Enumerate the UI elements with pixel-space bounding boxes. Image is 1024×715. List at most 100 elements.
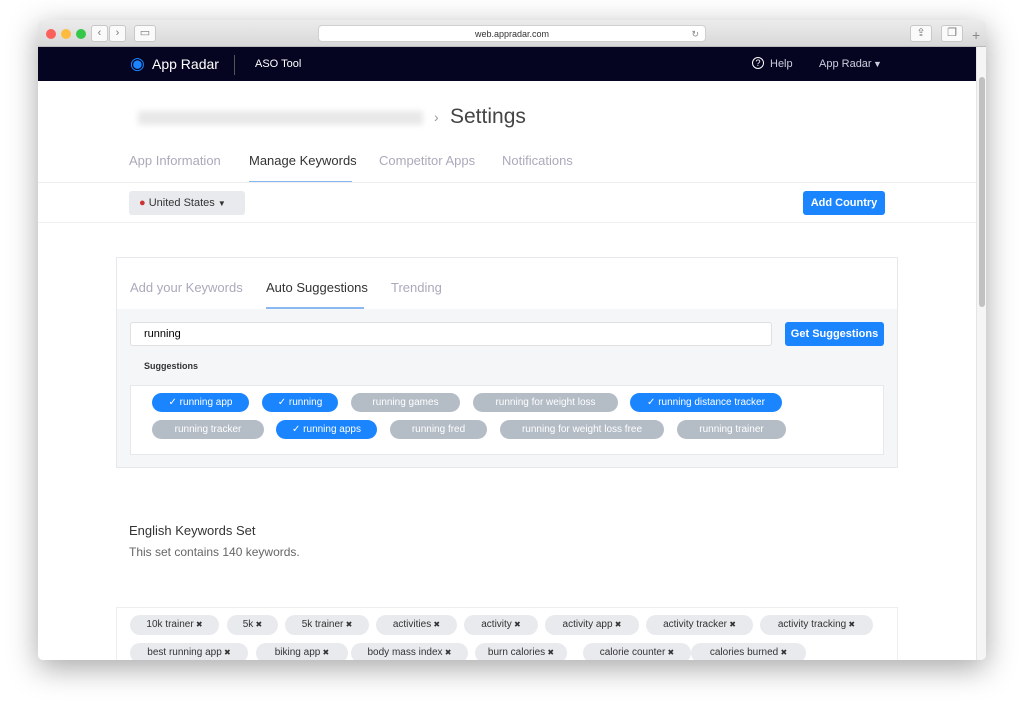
- country-selected: United States: [148, 197, 215, 209]
- page-title: Settings: [450, 105, 526, 128]
- keyword-label: biking app: [274, 647, 321, 658]
- suggestion-label: running tracker: [174, 424, 242, 435]
- keyword-label: 5k: [242, 619, 254, 630]
- suggestion-chip[interactable]: running games: [351, 393, 460, 412]
- subtab-auto-suggestions[interactable]: Auto Suggestions: [266, 280, 368, 295]
- forward-button[interactable]: ›: [109, 25, 126, 42]
- remove-keyword-icon[interactable]: ✖: [727, 620, 736, 629]
- suggestion-label: running: [288, 397, 323, 408]
- divider: [234, 55, 235, 75]
- remove-keyword-icon[interactable]: ✖: [343, 620, 353, 629]
- tab-competitor-apps[interactable]: Competitor Apps: [379, 153, 475, 168]
- check-icon: ✓: [647, 397, 659, 408]
- tabs-icon[interactable]: ❐: [941, 25, 963, 42]
- chevron-down-icon: ▼: [217, 199, 226, 208]
- remove-keyword-icon[interactable]: ✖: [222, 648, 231, 657]
- tab-app-information[interactable]: App Information: [129, 153, 221, 168]
- check-icon: ✓: [277, 397, 289, 408]
- keyword-set-title: English Keywords Set: [129, 523, 256, 538]
- sidebar-toggle-icon[interactable]: ▭: [134, 25, 156, 42]
- suggestion-label: running trainer: [699, 424, 764, 435]
- app-radar-logo-icon: ◉: [130, 54, 145, 73]
- keyword-chip: activities ✖: [376, 615, 457, 635]
- blurred-app-name: [138, 111, 423, 125]
- us-flag-icon: ●: [139, 197, 146, 209]
- scrollbar[interactable]: [976, 47, 986, 660]
- keyword-label: calorie counter: [599, 647, 666, 658]
- keywords-list: 10k trainer ✖ 5k ✖ 5k trainer ✖ activities …: [116, 607, 898, 660]
- keyword-label: activity app: [562, 619, 613, 630]
- close-window-button[interactable]: [46, 29, 56, 39]
- remove-keyword-icon[interactable]: ✖: [778, 648, 787, 657]
- remove-keyword-icon[interactable]: ✖: [512, 620, 521, 629]
- suggestion-chip[interactable]: running tracker: [152, 420, 264, 439]
- suggestion-label: running fred: [411, 424, 466, 435]
- share-icon[interactable]: ⇪: [910, 25, 932, 42]
- keyword-chip: 10k trainer ✖: [130, 615, 219, 635]
- brand-logo[interactable]: App Radar: [152, 56, 219, 72]
- suggestion-label: running for weight loss free: [521, 424, 643, 435]
- reload-icon[interactable]: ↻: [691, 26, 699, 42]
- add-country-button[interactable]: Add Country: [803, 191, 885, 215]
- keyword-chip: best running app ✖: [130, 643, 248, 660]
- help-link[interactable]: Help: [770, 58, 793, 70]
- divider: [38, 182, 976, 183]
- keyword-chip: calories burned ✖: [691, 643, 806, 660]
- subtab-trending[interactable]: Trending: [391, 280, 442, 295]
- remove-keyword-icon[interactable]: ✖: [194, 620, 203, 629]
- suggestion-chip[interactable]: ✓ running distance tracker: [630, 393, 782, 412]
- check-icon: ✓: [168, 397, 180, 408]
- account-menu[interactable]: App Radar: [819, 58, 872, 70]
- suggestion-chip[interactable]: running fred: [390, 420, 487, 439]
- check-icon: ✓: [292, 424, 304, 435]
- back-button[interactable]: ‹: [91, 25, 108, 42]
- get-suggestions-button[interactable]: Get Suggestions: [785, 322, 884, 346]
- keyword-label: 10k trainer: [146, 619, 194, 630]
- suggestion-label: running app: [179, 397, 233, 408]
- suggestion-label: running apps: [303, 424, 361, 435]
- country-select[interactable]: ● United States ▼: [129, 191, 245, 215]
- divider: [38, 222, 976, 223]
- remove-keyword-icon[interactable]: ✖: [443, 648, 452, 657]
- product-name: ASO Tool: [255, 58, 302, 70]
- keyword-label: body mass index: [367, 647, 443, 658]
- remove-keyword-icon[interactable]: ✖: [665, 648, 675, 657]
- breadcrumb-separator: ›: [434, 109, 439, 125]
- keyword-label: 5k trainer: [301, 619, 344, 630]
- suggestion-chip[interactable]: ✓ running apps: [276, 420, 377, 439]
- remove-keyword-icon[interactable]: ✖: [253, 620, 263, 629]
- keyword-label: activity tracker: [663, 619, 727, 630]
- remove-keyword-icon[interactable]: ✖: [320, 648, 330, 657]
- remove-keyword-icon[interactable]: ✖: [431, 620, 440, 629]
- keyword-search-input[interactable]: [130, 322, 772, 346]
- suggestions-heading: Suggestions: [144, 361, 199, 371]
- keyword-label: best running app: [147, 647, 222, 658]
- tab-notifications[interactable]: Notifications: [502, 153, 573, 168]
- address-bar[interactable]: web.appradar.com ↻: [318, 25, 706, 42]
- suggestion-label: running games: [372, 397, 439, 408]
- remove-keyword-icon[interactable]: ✖: [613, 620, 622, 629]
- keyword-chip: activity app ✖: [545, 615, 639, 635]
- suggestion-chip[interactable]: ✓ running app: [152, 393, 249, 412]
- keyword-chip: burn calories ✖: [475, 643, 567, 660]
- chevron-down-icon[interactable]: ▼: [873, 59, 882, 69]
- keyword-label: activities: [392, 619, 432, 630]
- browser-window: ‹ › ▭ web.appradar.com ↻ ⇪ ❐ + ◉ App Rada…: [38, 20, 986, 660]
- remove-keyword-icon[interactable]: ✖: [846, 620, 855, 629]
- zoom-window-button[interactable]: [76, 29, 86, 39]
- suggestion-chip[interactable]: ✓ running: [262, 393, 338, 412]
- help-icon[interactable]: ?: [752, 57, 764, 69]
- suggestion-chip[interactable]: running for weight loss free: [500, 420, 664, 439]
- remove-keyword-icon[interactable]: ✖: [545, 648, 554, 657]
- subtab-add-your-keywords[interactable]: Add your Keywords: [130, 280, 243, 295]
- suggestion-label: running distance tracker: [658, 397, 765, 408]
- keyword-chip: 5k ✖: [227, 615, 278, 635]
- suggestion-chip[interactable]: running for weight loss: [473, 393, 618, 412]
- suggestion-label: running for weight loss: [495, 397, 596, 408]
- keyword-label: activity: [481, 619, 512, 630]
- suggestions-list: ✓ running app ✓ running running games runni…: [130, 385, 884, 455]
- tab-manage-keywords[interactable]: Manage Keywords: [249, 153, 357, 168]
- new-tab-button[interactable]: +: [972, 27, 980, 43]
- suggestion-chip[interactable]: running trainer: [677, 420, 786, 439]
- minimize-window-button[interactable]: [61, 29, 71, 39]
